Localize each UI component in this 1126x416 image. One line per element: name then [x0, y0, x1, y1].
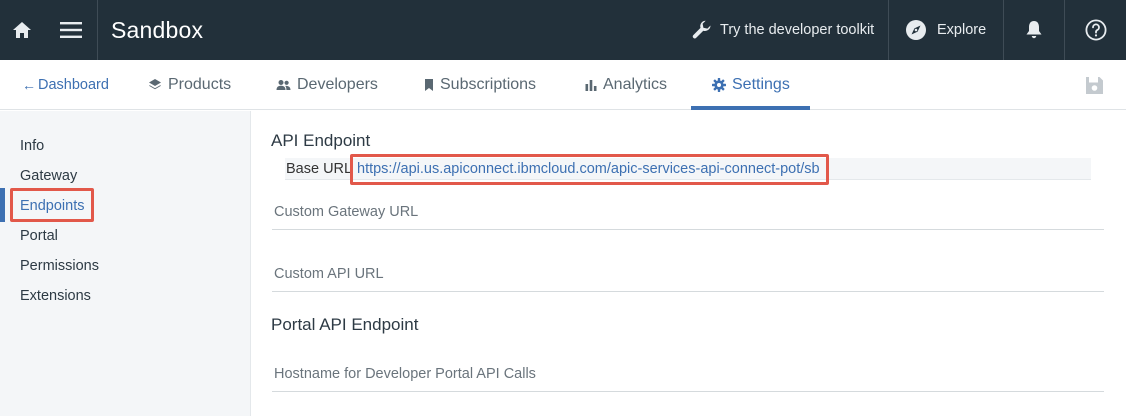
active-tab-indicator [691, 106, 810, 110]
base-url-highlight-box [350, 154, 829, 185]
tab-bar: ← Dashboard Products Developers Subscrip… [0, 60, 1126, 110]
layers-icon [148, 78, 162, 92]
save-icon [1085, 76, 1103, 94]
portal-hostname-underline [272, 391, 1104, 392]
portal-api-endpoint-heading: Portal API Endpoint [271, 315, 419, 334]
sidebar-item-permissions[interactable]: Permissions [20, 258, 99, 274]
help-icon [1084, 19, 1107, 41]
app-title: Sandbox [111, 17, 204, 43]
explore-link[interactable]: Explore [905, 0, 986, 60]
compass-icon [905, 19, 927, 41]
top-bar: Sandbox Try the developer toolkit Explor… [0, 0, 1126, 60]
tab-analytics-label: Analytics [603, 76, 668, 93]
menu-icon [59, 22, 82, 38]
menu-button[interactable] [44, 0, 98, 60]
tab-subscriptions-label: Subscriptions [440, 76, 537, 93]
tab-settings[interactable]: Settings [712, 60, 790, 110]
gear-icon [712, 78, 726, 92]
custom-api-url-field[interactable]: Custom API URL [274, 266, 384, 282]
endpoints-highlight-box [10, 188, 94, 222]
home-button[interactable] [0, 0, 44, 60]
portal-hostname-field[interactable]: Hostname for Developer Portal API Calls [274, 366, 536, 382]
sidebar-item-info[interactable]: Info [20, 138, 44, 154]
developer-toolkit-label: Try the developer toolkit [720, 22, 875, 38]
explore-label: Explore [937, 22, 987, 38]
sidebar-active-indicator [0, 188, 5, 222]
tab-settings-label: Settings [732, 76, 790, 93]
bar-chart-icon [585, 79, 597, 91]
people-icon [276, 79, 291, 91]
api-endpoint-heading: API Endpoint [271, 131, 371, 150]
help-button[interactable] [1065, 0, 1126, 60]
tab-developers-label: Developers [297, 76, 378, 93]
bell-icon [1026, 21, 1042, 39]
notifications-button[interactable] [1004, 0, 1064, 60]
tab-products[interactable]: Products [148, 60, 231, 110]
developer-toolkit-link[interactable]: Try the developer toolkit [690, 0, 874, 60]
back-to-dashboard-link[interactable]: ← Dashboard [22, 60, 109, 110]
custom-gateway-url-field[interactable]: Custom Gateway URL [274, 204, 418, 220]
sidebar-item-extensions[interactable]: Extensions [20, 288, 91, 304]
sidebar-item-gateway[interactable]: Gateway [20, 168, 77, 184]
arrow-left-icon: ← [22, 77, 36, 93]
tab-analytics[interactable]: Analytics [585, 60, 667, 110]
home-icon [13, 22, 31, 38]
tab-subscriptions[interactable]: Subscriptions [424, 60, 536, 110]
tab-products-label: Products [168, 76, 232, 93]
wrench-icon [690, 18, 714, 42]
base-url-label: Base URL [286, 161, 353, 177]
sidebar-item-portal[interactable]: Portal [20, 228, 58, 244]
back-label: Dashboard [38, 77, 109, 93]
header-divider [888, 0, 889, 60]
tab-developers[interactable]: Developers [276, 60, 378, 110]
bookmark-icon [424, 78, 434, 92]
custom-api-url-underline [272, 291, 1104, 292]
save-button[interactable] [1082, 73, 1106, 97]
custom-gateway-url-underline [272, 229, 1104, 230]
